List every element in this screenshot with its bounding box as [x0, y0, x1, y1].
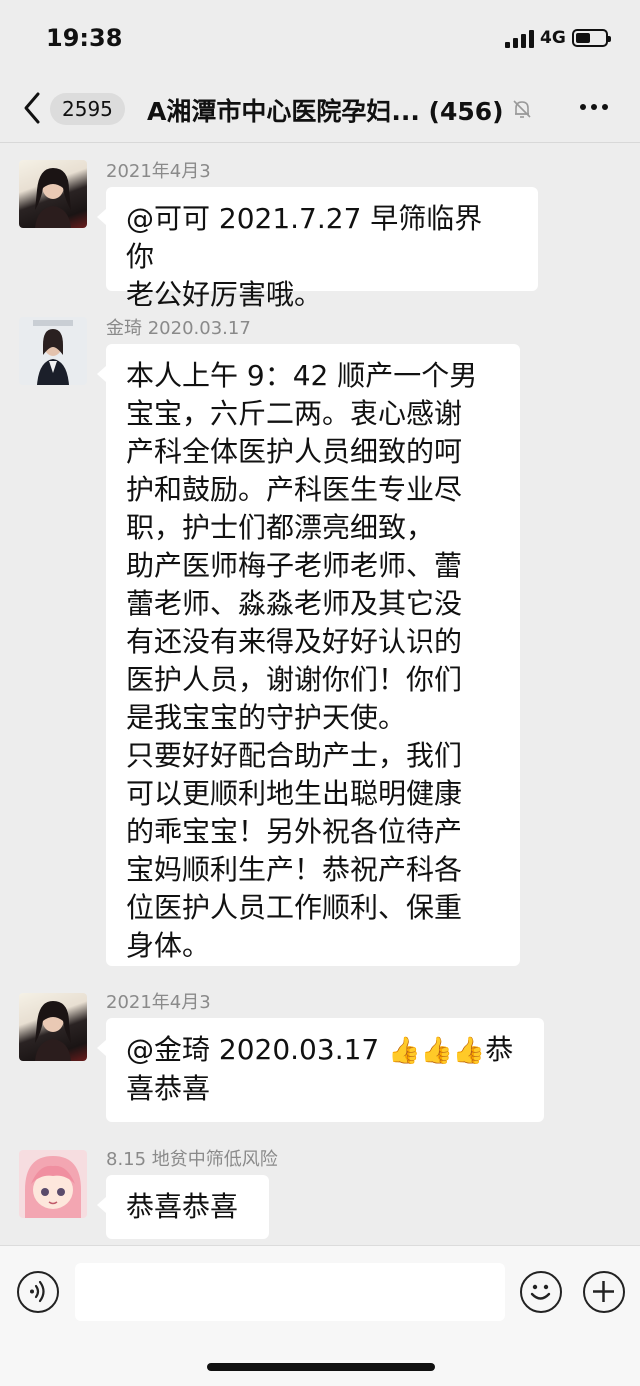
- avatar[interactable]: [19, 993, 87, 1061]
- message-bubble[interactable]: @金琦 2020.03.17 👍👍👍恭 喜恭喜: [97, 1018, 544, 1122]
- chevron-left-icon[interactable]: [18, 90, 48, 126]
- thumbs-up-icon: 👍👍👍: [388, 1036, 486, 1066]
- message-bubble[interactable]: 本人上午 9：42 顺产一个男 宝宝，六斤二两。衷心感谢 产科全体医护人员细致的…: [97, 344, 520, 966]
- voice-icon[interactable]: [17, 1271, 59, 1313]
- home-indicator: [207, 1363, 435, 1371]
- message-bubble[interactable]: 恭喜恭喜: [97, 1175, 269, 1239]
- more-dots-icon[interactable]: [580, 104, 608, 110]
- message-input[interactable]: [75, 1263, 505, 1321]
- message-item: 2021年4月3 @可可 2021.7.27 早筛临界 你 老公好厉害哦。: [0, 155, 640, 311]
- avatar[interactable]: [19, 1150, 87, 1218]
- network-type: 4G: [540, 28, 566, 48]
- sender-name: 8.15 地贫中筛低风险: [106, 1149, 278, 1170]
- sender-name: 金琦 2020.03.17: [106, 318, 251, 339]
- message-text: @金琦 2020.03.17: [126, 1033, 389, 1066]
- chat-title: A湘潭市中心医院孕妇... (456): [147, 97, 504, 126]
- plus-icon[interactable]: [583, 1271, 625, 1313]
- sender-name: 2021年4月3: [106, 992, 211, 1013]
- avatar[interactable]: [19, 160, 87, 228]
- emoji-icon[interactable]: [520, 1271, 562, 1313]
- chat-header: 2595 A湘潭市中心医院孕妇... (456): [0, 76, 640, 143]
- message-item: 金琦 2020.03.17 本人上午 9：42 顺产一个男 宝宝，六斤二两。衷心…: [0, 312, 640, 972]
- battery-icon: [572, 29, 611, 47]
- status-time: 19:38: [46, 24, 123, 52]
- sender-name: 2021年4月3: [106, 161, 211, 182]
- input-bar: [0, 1245, 640, 1386]
- avatar[interactable]: [19, 317, 87, 385]
- unread-count-badge[interactable]: 2595: [50, 93, 125, 125]
- message-item: 2021年4月3 @金琦 2020.03.17 👍👍👍恭 喜恭喜: [0, 983, 640, 1123]
- message-item: 8.15 地贫中筛低风险 恭喜恭喜: [0, 1140, 640, 1245]
- status-bar: 19:38 4G: [0, 0, 640, 76]
- signal-icon: [505, 30, 534, 48]
- bell-off-icon: [513, 100, 531, 118]
- message-bubble[interactable]: @可可 2021.7.27 早筛临界 你 老公好厉害哦。: [97, 187, 538, 311]
